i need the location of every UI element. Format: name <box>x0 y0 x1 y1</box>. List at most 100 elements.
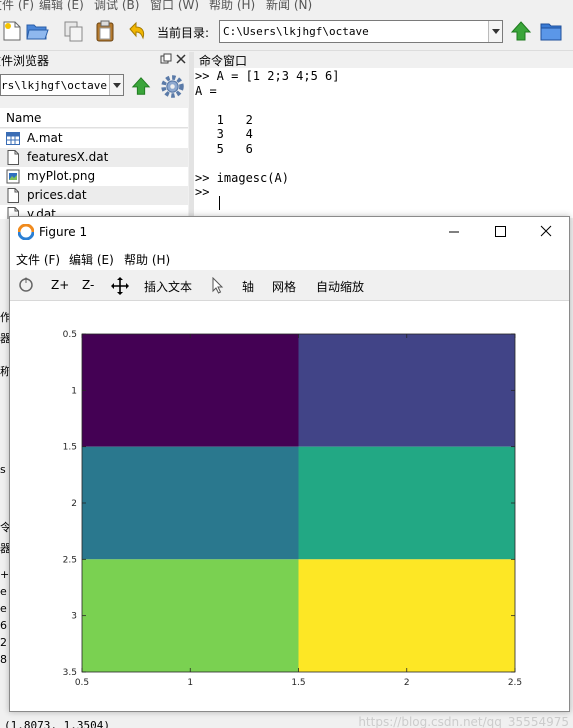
main-menu-item[interactable]: 窗口 (W) <box>150 0 199 12</box>
main-menu-item[interactable]: 编辑 (E) <box>39 0 84 12</box>
figure-titlebar[interactable]: Figure 1 <box>10 217 569 247</box>
text-cursor <box>219 196 220 210</box>
name-column-label: Name <box>6 111 42 125</box>
file-icon <box>7 188 19 203</box>
file-row[interactable]: A.mat <box>0 129 188 148</box>
imagesc-plot[interactable]: 0.5 1 1.5 2 2.5 0.5 1 1.5 2 2.5 3 3.5 <box>10 302 569 711</box>
y-tick-label: 3.5 <box>63 668 77 678</box>
cursor-coordinates: (1.8073, 1.3504) <box>4 719 110 728</box>
file-row[interactable]: featuresX.dat <box>0 148 188 167</box>
main-menu-item[interactable]: 帮助 (H) <box>209 0 255 12</box>
remnant-text: + <box>0 568 9 581</box>
y-tick-label: 1 <box>71 386 77 396</box>
main-menubar: 文件 (F) 编辑 (E) 调试 (B) 窗口 (W) 帮助 (H) 新闻 (N) <box>0 0 573 12</box>
main-menu-item[interactable]: 调试 (B) <box>94 0 139 12</box>
figure-window: Figure 1 文件 (F) 编辑 (E) 帮助 (H) Z+ Z- 插入文本 轴… <box>9 216 570 712</box>
command-line: >> <box>195 185 217 199</box>
main-menu-item[interactable]: 文件 (F) <box>0 0 34 12</box>
current-directory-label: 当前目录: <box>157 26 210 40</box>
close-icon <box>540 225 552 237</box>
remnant-text: 器 <box>0 542 9 555</box>
close-button[interactable] <box>523 217 569 247</box>
figure-menu-item[interactable]: 编辑 (E) <box>69 251 114 268</box>
remnant-text: e <box>0 585 7 598</box>
axis-button[interactable]: 轴 <box>242 278 254 295</box>
grid-button[interactable]: 网格 <box>272 278 296 295</box>
command-line: 3 4 <box>195 127 253 141</box>
x-tick-label: 2 <box>404 678 410 688</box>
remnant-text: 8 <box>0 653 7 666</box>
file-browser-path-input[interactable]: C:\Users\lkjhgf\octave <box>0 74 124 96</box>
copy-icon[interactable] <box>62 19 86 43</box>
y-tick-label: 2 <box>71 499 77 509</box>
status-bar: (1.8073, 1.3504) https://blog.csdn.net/q… <box>0 716 573 728</box>
file-name: featuresX.dat <box>27 150 109 164</box>
command-window[interactable]: >> A = [1 2;3 4;5 6] A = 1 2 3 4 5 6 >> im… <box>194 68 573 218</box>
file-row[interactable]: prices.dat <box>0 186 188 205</box>
table-icon <box>6 132 20 145</box>
remnant-text: 6 <box>0 619 7 632</box>
undock-icon[interactable] <box>160 53 172 65</box>
x-tick-label: 1 <box>187 678 193 688</box>
figure-menubar: 文件 (F) 编辑 (E) 帮助 (H) <box>10 247 569 269</box>
y-tick-label: 3 <box>71 612 77 622</box>
heatmap-cell <box>298 446 515 560</box>
maximize-button[interactable] <box>477 217 523 247</box>
command-window-title: 命令窗口 <box>199 54 248 68</box>
file-browser-path-row: C:\Users\lkjhgf\octave <box>0 70 188 106</box>
minimize-icon <box>449 231 459 233</box>
command-line: A = <box>195 83 217 98</box>
current-directory-dropdown[interactable] <box>488 21 502 42</box>
zoom-in-button[interactable]: Z+ <box>51 278 69 292</box>
zoom-out-button[interactable]: Z- <box>82 278 94 292</box>
heatmap-cell <box>82 559 299 672</box>
image-icon <box>6 169 20 184</box>
file-browser-list: A.mat featuresX.dat myPlot.png prices.dat y.… <box>0 129 188 219</box>
file-row[interactable]: myPlot.png <box>0 167 188 186</box>
remnant-text: 称 <box>0 365 9 378</box>
figure-title: Figure 1 <box>39 225 88 239</box>
octave-logo-icon <box>18 224 34 240</box>
minimize-button[interactable] <box>431 217 477 247</box>
new-file-icon[interactable] <box>0 19 24 43</box>
undo-icon[interactable] <box>124 19 148 43</box>
remnant-text: e <box>0 602 7 615</box>
x-tick-label: 1.5 <box>291 678 305 688</box>
close-pane-icon[interactable] <box>176 54 186 64</box>
file-browser-titlebar: 文件浏览器 <box>0 52 188 68</box>
pan-icon[interactable] <box>111 277 129 295</box>
gear-icon[interactable] <box>159 73 186 100</box>
figure-menu-item[interactable]: 帮助 (H) <box>124 251 170 268</box>
autoscale-button[interactable]: 自动缩放 <box>316 278 364 295</box>
heatmap-cell <box>298 559 515 672</box>
select-cursor-icon[interactable] <box>212 277 224 294</box>
parent-directory-icon[interactable] <box>509 19 533 43</box>
figure-toolbar: Z+ Z- 插入文本 轴 网格 自动缩放 <box>10 270 569 301</box>
file-name: A.mat <box>27 131 63 145</box>
current-directory-input[interactable]: C:\Users\lkjhgf\octave <box>219 20 503 43</box>
file-browser-column-header[interactable]: Name <box>0 108 188 128</box>
rotate-icon[interactable] <box>18 277 34 293</box>
chevron-down-icon <box>113 83 121 88</box>
command-line: 5 6 <box>195 141 253 156</box>
paste-icon[interactable] <box>93 19 117 43</box>
heatmap-cell <box>298 334 515 447</box>
y-tick-label: 2.5 <box>63 555 77 565</box>
insert-text-button[interactable]: 插入文本 <box>144 278 192 295</box>
remnant-text: 2 <box>0 636 7 649</box>
figure-canvas[interactable]: 0.5 1 1.5 2 2.5 0.5 1 1.5 2 2.5 3 3.5 <box>10 302 569 711</box>
x-tick-label: 0.5 <box>75 678 89 688</box>
open-folder-icon[interactable] <box>25 19 49 43</box>
file-name: myPlot.png <box>27 169 96 183</box>
parent-directory-icon[interactable] <box>130 75 152 97</box>
main-menu-item[interactable]: 新闻 (N) <box>266 0 312 12</box>
command-line: 1 2 <box>195 112 253 127</box>
figure-menu-item[interactable]: 文件 (F) <box>16 251 60 268</box>
command-line: >> A = [1 2;3 4;5 6] <box>195 69 340 83</box>
remnant-text: s <box>0 463 6 476</box>
y-tick-label: 0.5 <box>63 330 77 340</box>
browse-directory-icon[interactable] <box>539 19 563 43</box>
watermark-text: https://blog.csdn.net/qq_35554975 <box>358 716 569 728</box>
file-browser-path-dropdown[interactable] <box>109 75 123 95</box>
file-browser-path-value: C:\Users\lkjhgf\octave <box>1 79 107 92</box>
